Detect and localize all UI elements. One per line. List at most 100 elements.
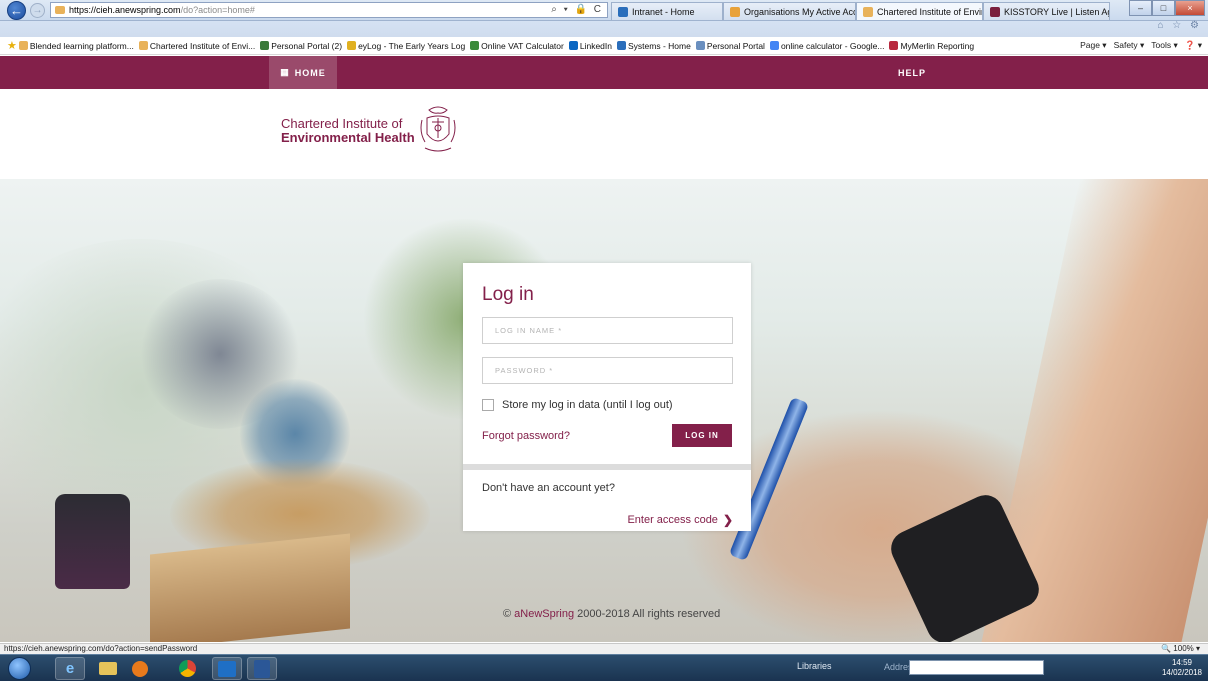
chevron-right-icon: ❯ bbox=[722, 513, 733, 527]
clock-time: 14:59 bbox=[1171, 658, 1192, 667]
copyright-suffix: 2000-2018 All rights reserved bbox=[574, 608, 721, 620]
windows-start-icon[interactable] bbox=[8, 657, 31, 680]
favorite-label: Personal Portal bbox=[706, 40, 765, 51]
no-account-text: Don't have an account yet? bbox=[482, 482, 615, 494]
media-player-icon[interactable] bbox=[125, 657, 155, 680]
libraries-toolbar[interactable]: Libraries bbox=[797, 661, 832, 671]
anewspring-link[interactable]: aNewSpring bbox=[514, 608, 574, 620]
favorite-link[interactable]: MyMerlin Reporting bbox=[889, 41, 974, 51]
close-window-button[interactable]: × bbox=[1175, 0, 1205, 16]
sharepoint-icon bbox=[618, 6, 628, 17]
browser-tab[interactable]: Organisations My Active Acco... bbox=[723, 2, 856, 20]
favorite-link[interactable]: Systems - Home bbox=[617, 41, 691, 51]
favorite-label: Online VAT Calculator bbox=[481, 40, 564, 51]
forgot-password-link[interactable]: Forgot password? bbox=[482, 430, 570, 442]
nav-home[interactable]: ▦ HOME bbox=[269, 56, 337, 89]
arrow-left-icon: ← bbox=[10, 3, 23, 18]
browser-tab-active[interactable]: Chartered Institute of Envir... × bbox=[856, 2, 983, 20]
grid-icon: ▦ bbox=[280, 67, 290, 77]
page-menu[interactable]: Page ▾ bbox=[1080, 40, 1106, 51]
internet-explorer-icon[interactable]: e bbox=[55, 657, 85, 680]
back-button[interactable]: ← bbox=[7, 1, 26, 20]
favorite-link[interactable]: eyLog - The Early Years Log bbox=[347, 41, 465, 51]
favorites-bar: ★ Blended learning platform... Chartered… bbox=[0, 37, 1208, 55]
window-controls: – □ × bbox=[1129, 0, 1205, 16]
windows-taskbar: e Libraries Address 14:59 14/02/2018 bbox=[0, 654, 1208, 681]
copyright: © aNewSpring 2000-2018 All rights reserv… bbox=[503, 608, 720, 620]
google-icon bbox=[769, 41, 779, 50]
favorite-link[interactable]: online calculator - Google... bbox=[769, 41, 884, 51]
folder-icon bbox=[730, 6, 740, 17]
favorite-label: eyLog - The Early Years Log bbox=[358, 40, 466, 51]
browser-tab[interactable]: Intranet - Home bbox=[611, 2, 723, 20]
system-clock[interactable]: 14:59 14/02/2018 bbox=[1162, 658, 1202, 678]
clock-date: 14/02/2018 bbox=[1161, 668, 1202, 677]
password-input[interactable]: PASSWORD * bbox=[482, 357, 733, 384]
favorite-link[interactable]: LinkedIn bbox=[568, 40, 612, 51]
outlook-icon[interactable] bbox=[212, 657, 242, 680]
site-icon bbox=[138, 41, 148, 50]
nav-home-label: HOME bbox=[294, 67, 326, 78]
favorite-label: Blended learning platform... bbox=[29, 40, 134, 51]
home-favorites-settings-icons[interactable]: ⌂ ☆ ⚙ bbox=[1157, 20, 1202, 31]
favorite-link[interactable]: Personal Portal bbox=[695, 40, 765, 51]
site-icon bbox=[18, 41, 28, 50]
remember-login[interactable]: Store my log in data (until I log out) bbox=[482, 399, 673, 411]
login-button[interactable]: LOG IN bbox=[672, 424, 732, 447]
tools-menu[interactable]: Tools ▾ bbox=[1151, 40, 1177, 51]
logo-line-1: Chartered Institute of bbox=[281, 116, 403, 131]
login-card: Log in LOG IN NAME * PASSWORD * Store my… bbox=[463, 263, 751, 531]
file-explorer-icon[interactable] bbox=[93, 657, 123, 680]
remember-checkbox[interactable] bbox=[482, 399, 494, 411]
tab-label: Intranet - Home bbox=[632, 6, 695, 17]
tab-label: KISSTORY Live | Listen Again | ... bbox=[1004, 6, 1109, 17]
tab-row-background bbox=[0, 21, 1208, 37]
favorite-link[interactable]: Chartered Institute of Envi... bbox=[138, 41, 255, 51]
arrow-right-icon: → bbox=[32, 5, 43, 16]
command-bar: Page ▾ Safety ▾ Tools ▾ ❓ ▾ bbox=[1080, 40, 1202, 51]
tab-label: Chartered Institute of Envir... bbox=[877, 6, 983, 17]
safety-menu[interactable]: Safety ▾ bbox=[1114, 40, 1145, 51]
url-host: https://cieh.anewspring.com bbox=[69, 5, 181, 15]
help-menu[interactable]: ❓ ▾ bbox=[1185, 40, 1202, 51]
favorite-link[interactable]: Personal Portal (2) bbox=[260, 41, 342, 51]
chrome-icon[interactable] bbox=[172, 657, 202, 680]
site-icon bbox=[695, 41, 705, 50]
cieh-logo[interactable]: Chartered Institute of Environmental Hea… bbox=[281, 104, 457, 158]
browser-tab[interactable]: KISSTORY Live | Listen Again | ... bbox=[983, 2, 1110, 20]
status-bar: https://cieh.anewspring.com/do?action=se… bbox=[0, 643, 1208, 654]
site-navigation: ▦ HOME HELP bbox=[0, 56, 1208, 89]
zoom-level[interactable]: 🔍 100% ▾ bbox=[1161, 644, 1200, 654]
favorite-label: Systems - Home bbox=[628, 40, 691, 51]
site-favicon-icon bbox=[863, 6, 873, 17]
site-icon bbox=[260, 41, 270, 50]
nav-help[interactable]: HELP bbox=[898, 56, 926, 89]
favorites-star-icon[interactable]: ★ bbox=[7, 39, 17, 52]
coat-of-arms-icon bbox=[420, 106, 456, 152]
tab-label: Organisations My Active Acco... bbox=[744, 6, 855, 17]
browser-toolbar: ← → https://cieh.anewspring.com /do?acti… bbox=[0, 0, 1208, 21]
sharepoint-icon bbox=[617, 41, 626, 50]
logo-line-2: Environmental Health bbox=[281, 130, 415, 145]
minimize-button[interactable]: – bbox=[1129, 0, 1152, 16]
word-icon[interactable] bbox=[247, 657, 277, 680]
site-icon bbox=[347, 41, 357, 50]
remember-label: Store my log in data (until I log out) bbox=[502, 399, 673, 411]
card-divider bbox=[463, 464, 751, 470]
login-name-input[interactable]: LOG IN NAME * bbox=[482, 317, 733, 344]
address-tools[interactable]: ⌕ ▾ 🔒 C bbox=[551, 4, 603, 15]
address-bar[interactable]: https://cieh.anewspring.com /do?action=h… bbox=[50, 2, 608, 18]
access-code-label: Enter access code bbox=[627, 514, 718, 526]
forward-button[interactable]: → bbox=[30, 3, 45, 18]
login-title: Log in bbox=[482, 284, 534, 305]
access-code-link[interactable]: Enter access code ❯ bbox=[627, 513, 733, 527]
ink-bottle bbox=[55, 494, 130, 589]
favorite-label: LinkedIn bbox=[579, 40, 612, 51]
favorite-link[interactable]: Blended learning platform... bbox=[18, 40, 134, 51]
favorite-link[interactable]: Online VAT Calculator bbox=[470, 41, 564, 51]
url-path: /do?action=home# bbox=[180, 5, 255, 15]
status-url: https://cieh.anewspring.com/do?action=se… bbox=[4, 644, 198, 653]
maximize-button[interactable]: □ bbox=[1152, 0, 1175, 16]
address-toolbar-input[interactable] bbox=[909, 660, 1044, 675]
site-icon bbox=[889, 41, 899, 50]
